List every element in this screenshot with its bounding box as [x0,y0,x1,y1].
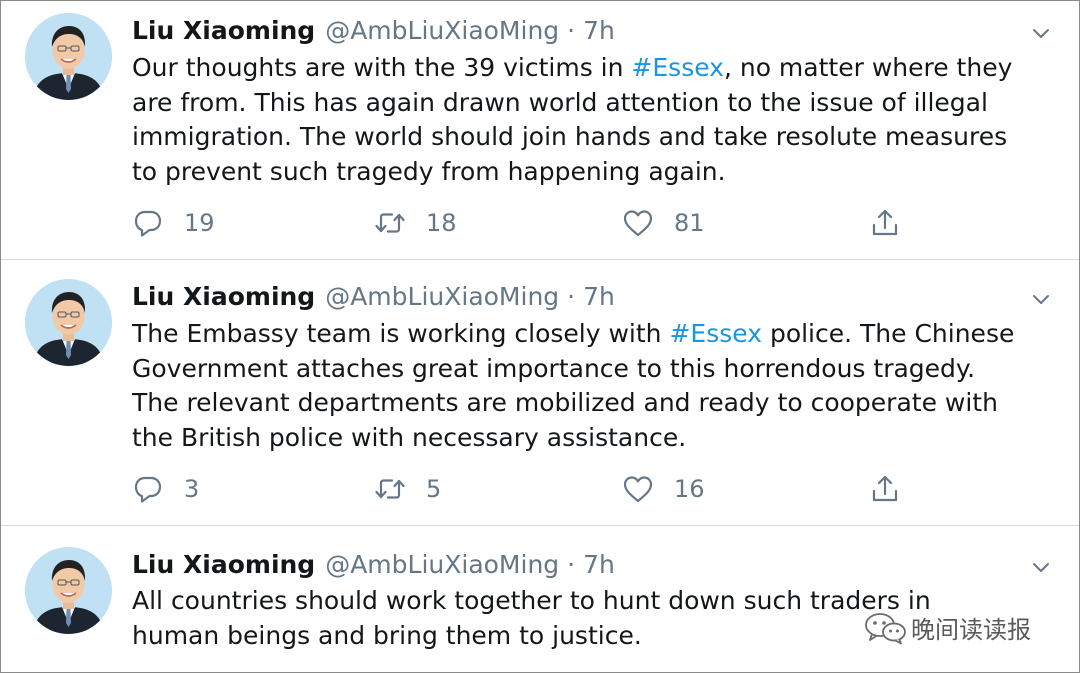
text-segment: Our thoughts are with the 39 victims in [132,53,632,82]
retweet-count: 5 [426,475,442,503]
tweet-card[interactable]: Liu Xiaoming @AmbLiuXiaoMing · 7h Our th… [1,1,1079,260]
tweet-text-line: Our thoughts are with the 39 victims in … [132,51,1062,86]
tweet-text-line: to prevent such tragedy from happening a… [132,156,726,186]
like-count: 81 [674,209,705,237]
share-button[interactable] [869,470,901,508]
retweet-icon [374,207,406,239]
avatar[interactable] [25,13,112,100]
like-icon [622,207,654,239]
chevron-down-icon[interactable] [1029,287,1053,311]
retweet-button[interactable]: 5 [374,470,441,508]
tweet-actions: 19 18 81 [132,204,922,242]
reply-button[interactable]: 19 [132,204,215,242]
author-name[interactable]: Liu Xiaoming [132,282,315,311]
reply-count: 3 [184,475,200,503]
text-segment: police. The Chinese [762,319,1015,348]
tweet-text: Our thoughts are with the 39 victims in … [132,51,1062,189]
chevron-down-icon[interactable] [1029,21,1053,45]
header-separator: · [567,549,576,579]
like-button[interactable]: 81 [622,204,705,242]
reply-count: 19 [184,209,215,237]
tweet-header: Liu Xiaoming @AmbLiuXiaoMing · 7h [132,279,615,313]
author-name[interactable]: Liu Xiaoming [132,550,315,579]
chevron-down-icon[interactable] [1029,555,1053,579]
like-button[interactable]: 16 [622,470,705,508]
share-button[interactable] [869,204,901,242]
share-icon [869,207,901,239]
tweet-text-line: The Embassy team is working closely with… [132,317,1062,352]
profile-photo [25,547,112,634]
reply-icon [132,207,164,239]
tweet-actions: 3 5 16 [132,470,922,508]
timeline: Liu Xiaoming @AmbLiuXiaoMing · 7h Our th… [0,0,1080,673]
hashtag-link[interactable]: #Essex [669,319,762,348]
reply-icon [132,473,164,505]
tweet-card[interactable]: Liu Xiaoming @AmbLiuXiaoMing · 7h All co… [1,526,1079,672]
header-separator: · [567,281,576,311]
reply-button[interactable]: 3 [132,470,199,508]
avatar[interactable] [25,279,112,366]
header-separator: · [567,15,576,45]
avatar[interactable] [25,547,112,634]
retweet-button[interactable]: 18 [374,204,457,242]
hashtag-link[interactable]: #Essex [631,53,724,82]
text-segment: , no matter where they [723,53,1013,82]
tweet-card[interactable]: Liu Xiaoming @AmbLiuXiaoMing · 7h The Em… [1,260,1079,526]
tweet-text-line: The relevant departments are mobilized a… [132,388,998,417]
tweet-timestamp[interactable]: 7h [583,550,615,579]
share-icon [869,473,901,505]
text-segment: The Embassy team is working closely with [132,319,670,348]
tweet-text-line: the British police with necessary assist… [132,422,687,452]
profile-photo [25,13,112,100]
tweet-text: The Embassy team is working closely with… [132,317,1062,455]
tweet-timestamp[interactable]: 7h [583,16,615,45]
retweet-count: 18 [426,209,457,237]
author-handle[interactable]: @AmbLiuXiaoMing [325,282,559,311]
author-handle[interactable]: @AmbLiuXiaoMing [325,16,559,45]
profile-photo [25,279,112,366]
author-name[interactable]: Liu Xiaoming [132,16,315,45]
tweet-timestamp[interactable]: 7h [583,282,615,311]
tweet-text-line: are from. This has again drawn world att… [132,87,988,117]
tweet-text-line: Government attaches great importance to … [132,353,976,383]
tweet-header: Liu Xiaoming @AmbLiuXiaoMing · 7h [132,13,615,47]
like-count: 16 [674,475,705,503]
tweet-header: Liu Xiaoming @AmbLiuXiaoMing · 7h [132,547,615,581]
watermark: 晚间读读报 [863,610,1031,645]
watermark-text: 晚间读读报 [911,616,1031,644]
retweet-icon [374,473,406,505]
tweet-text-line: immigration. The world should join hands… [132,122,1008,151]
wechat-icon [865,612,906,644]
author-handle[interactable]: @AmbLiuXiaoMing [325,550,559,579]
like-icon [622,473,654,505]
